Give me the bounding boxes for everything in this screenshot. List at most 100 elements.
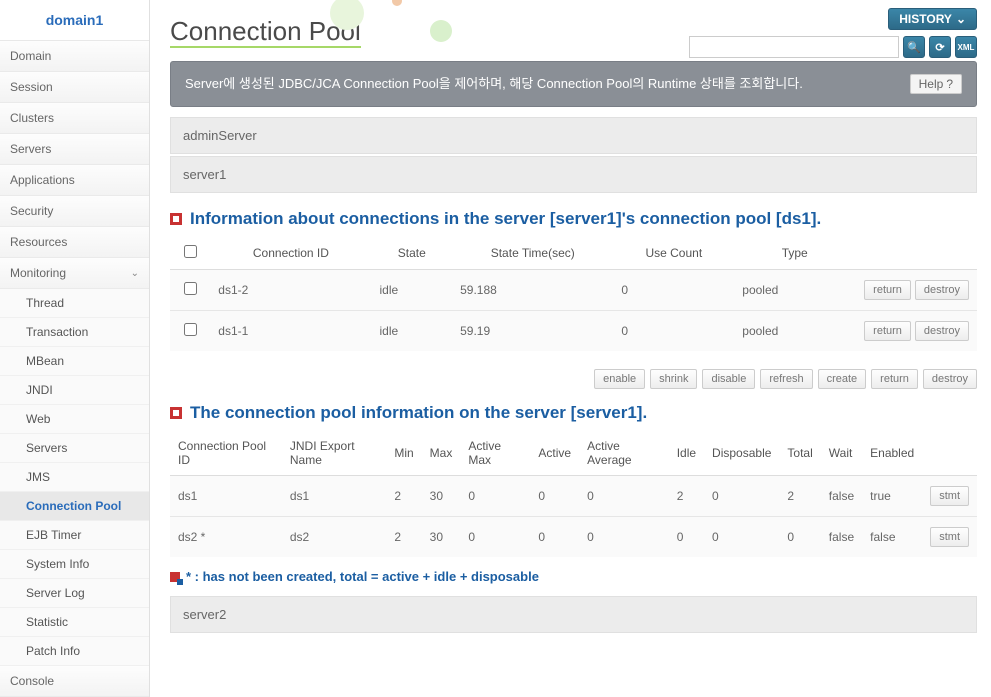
cell-active: 0 <box>530 476 579 517</box>
search-input[interactable] <box>689 36 899 58</box>
connections-table: Connection ID State State Time(sec) Use … <box>170 237 977 351</box>
col-wait: Wait <box>821 431 862 476</box>
col-total: Total <box>779 431 820 476</box>
cell-active-max: 0 <box>460 517 530 558</box>
destroy-button[interactable]: destroy <box>923 369 977 389</box>
description-box: Server에 생성된 JDBC/JCA Connection Pool을 제어… <box>170 61 977 107</box>
nav-session[interactable]: Session <box>0 72 149 103</box>
col-jndi: JNDI Export Name <box>282 431 386 476</box>
cell-conn-id: ds1-1 <box>210 311 371 352</box>
cell-disposable: 0 <box>704 476 779 517</box>
cell-pool-id: ds2 * <box>170 517 282 558</box>
subnav-jndi[interactable]: JNDI <box>0 376 149 405</box>
shrink-button[interactable]: shrink <box>650 369 697 389</box>
search-icon[interactable]: 🔍 <box>903 36 925 58</box>
row-destroy-button[interactable]: destroy <box>915 280 969 300</box>
subnav-system-info[interactable]: System Info <box>0 550 149 579</box>
row-checkbox[interactable] <box>184 323 197 336</box>
refresh-button[interactable]: refresh <box>760 369 812 389</box>
cell-type: pooled <box>734 270 855 311</box>
col-state: State <box>372 237 453 270</box>
cell-state: idle <box>372 270 453 311</box>
chevron-down-icon: ⌄ <box>131 268 139 279</box>
section-marker-icon <box>170 407 182 419</box>
pool-table: Connection Pool ID JNDI Export Name Min … <box>170 431 977 557</box>
domain-title[interactable]: domain1 <box>0 0 149 41</box>
cell-min: 2 <box>386 517 421 558</box>
chevron-down-icon: ⌄ <box>956 12 966 26</box>
cell-enabled: true <box>862 476 922 517</box>
cell-idle: 2 <box>669 476 704 517</box>
subnav-patch-info[interactable]: Patch Info <box>0 637 149 666</box>
subnav-servers[interactable]: Servers <box>0 434 149 463</box>
subnav-transaction[interactable]: Transaction <box>0 318 149 347</box>
create-button[interactable]: create <box>818 369 867 389</box>
subnav-ejb-timer[interactable]: EJB Timer <box>0 521 149 550</box>
row-checkbox[interactable] <box>184 282 197 295</box>
nav-servers[interactable]: Servers <box>0 134 149 165</box>
cell-total: 0 <box>779 517 820 558</box>
cell-active-max: 0 <box>460 476 530 517</box>
pool-footnote: * : has not been created, total = active… <box>170 557 977 596</box>
cell-active-avg: 0 <box>579 517 669 558</box>
cell-idle: 0 <box>669 517 704 558</box>
table-row: ds1-1idle59.190pooledreturndestroy <box>170 311 977 352</box>
refresh-icon[interactable]: ⟳ <box>929 36 951 58</box>
subnav-server-log[interactable]: Server Log <box>0 579 149 608</box>
row-return-button[interactable]: return <box>864 321 911 341</box>
nav-monitoring-label: Monitoring <box>10 266 66 280</box>
pool-toolbar: enable shrink disable refresh create ret… <box>170 369 977 389</box>
subnav-web[interactable]: Web <box>0 405 149 434</box>
cell-state-time: 59.19 <box>452 311 613 352</box>
nav-resources[interactable]: Resources <box>0 227 149 258</box>
sidebar: domain1 Domain Session Clusters Servers … <box>0 0 150 697</box>
stmt-button[interactable]: stmt <box>930 486 969 506</box>
row-return-button[interactable]: return <box>864 280 911 300</box>
cell-pool-id: ds1 <box>170 476 282 517</box>
col-state-time: State Time(sec) <box>452 237 613 270</box>
cell-state: idle <box>372 311 453 352</box>
stmt-button[interactable]: stmt <box>930 527 969 547</box>
cell-max: 30 <box>422 517 461 558</box>
monitoring-subnav: Thread Transaction MBean JNDI Web Server… <box>0 289 149 666</box>
col-use-count: Use Count <box>613 237 734 270</box>
enable-button[interactable]: enable <box>594 369 645 389</box>
cell-conn-id: ds1-2 <box>210 270 371 311</box>
cell-active-avg: 0 <box>579 476 669 517</box>
nav-security[interactable]: Security <box>0 196 149 227</box>
pool-section-title: The connection pool information on the s… <box>170 389 977 431</box>
select-all-checkbox[interactable] <box>184 245 197 258</box>
nav-applications[interactable]: Applications <box>0 165 149 196</box>
subnav-thread[interactable]: Thread <box>0 289 149 318</box>
subnav-statistic[interactable]: Statistic <box>0 608 149 637</box>
col-conn-id: Connection ID <box>210 237 371 270</box>
subnav-connection-pool[interactable]: Connection Pool <box>0 492 149 521</box>
disable-button[interactable]: disable <box>702 369 755 389</box>
return-button[interactable]: return <box>871 369 918 389</box>
connections-section-title: Information about connections in the ser… <box>170 195 977 237</box>
cell-jndi: ds1 <box>282 476 386 517</box>
server-band-server1[interactable]: server1 <box>170 156 977 193</box>
col-max: Max <box>422 431 461 476</box>
col-active: Active <box>530 431 579 476</box>
help-icon: ? <box>946 77 953 91</box>
history-button[interactable]: HISTORY ⌄ <box>888 8 977 30</box>
row-destroy-button[interactable]: destroy <box>915 321 969 341</box>
history-label: HISTORY <box>899 12 952 26</box>
nav-domain[interactable]: Domain <box>0 41 149 72</box>
cell-jndi: ds2 <box>282 517 386 558</box>
nav-monitoring[interactable]: Monitoring ⌄ <box>0 258 149 289</box>
export-xml-icon[interactable]: XML <box>955 36 977 58</box>
description-text: Server에 생성된 JDBC/JCA Connection Pool을 제어… <box>185 74 910 94</box>
subnav-jms[interactable]: JMS <box>0 463 149 492</box>
help-button[interactable]: Help ? <box>910 74 962 94</box>
nav-console[interactable]: Console <box>0 666 149 697</box>
server-band-server2[interactable]: server2 <box>170 596 977 633</box>
cell-type: pooled <box>734 311 855 352</box>
subnav-mbean[interactable]: MBean <box>0 347 149 376</box>
connections-title-text: Information about connections in the ser… <box>190 209 821 229</box>
nav-clusters[interactable]: Clusters <box>0 103 149 134</box>
server-band-admin[interactable]: adminServer <box>170 117 977 154</box>
cell-total: 2 <box>779 476 820 517</box>
cell-use-count: 0 <box>613 270 734 311</box>
